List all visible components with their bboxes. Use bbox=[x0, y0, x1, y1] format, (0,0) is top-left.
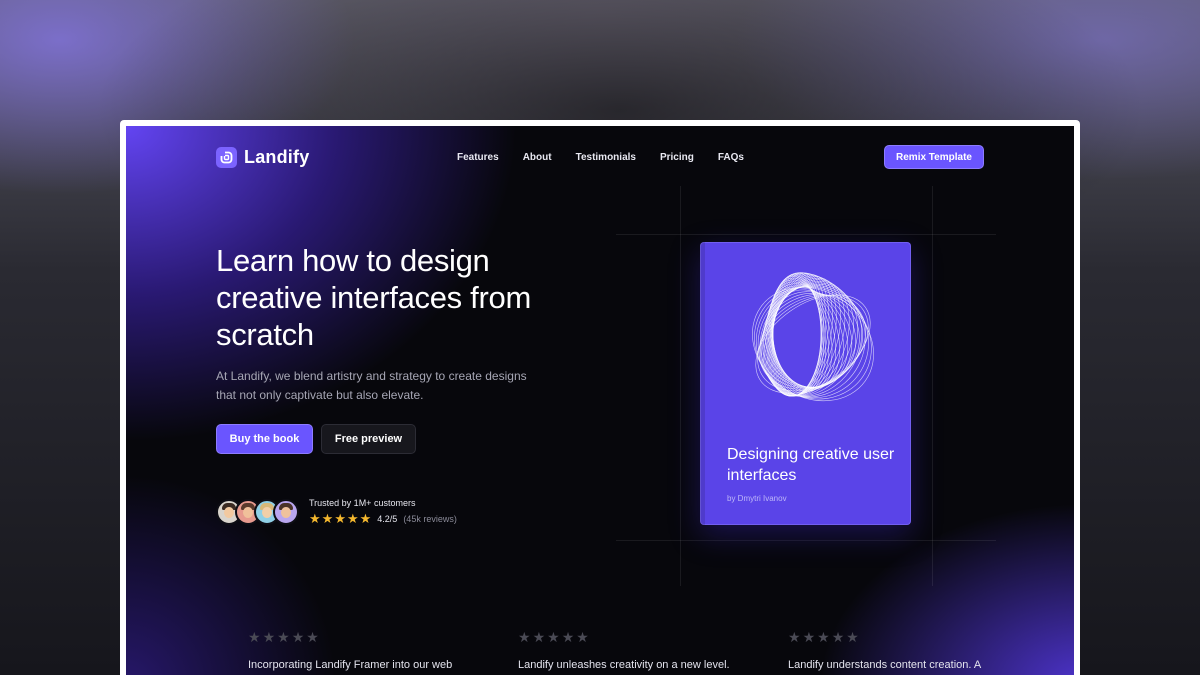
testimonial-card: ★ ★ ★ ★ ★ Incorporating Landify Framer i… bbox=[248, 630, 488, 674]
book-cover: Designing creative user interfaces by Dm… bbox=[700, 242, 911, 525]
testimonial-text: Incorporating Landify Framer into our we… bbox=[248, 659, 453, 671]
wireframe-ribbon-art bbox=[752, 272, 874, 402]
free-preview-button[interactable]: Free preview bbox=[321, 424, 416, 454]
star-icon: ★ bbox=[291, 629, 305, 645]
star-icon: ★ bbox=[334, 511, 346, 526]
star-icon: ★ bbox=[262, 629, 276, 645]
avatar bbox=[273, 498, 299, 525]
rating-row: ★ ★ ★ ★ ★ 4.2/5 (45k reviews) bbox=[309, 512, 457, 525]
star-icon: ★ bbox=[846, 629, 859, 645]
social-proof-text: Trusted by 1M+ customers ★ ★ ★ ★ ★ 4.2/5… bbox=[309, 498, 457, 525]
trusted-text: Trusted by 1M+ customers bbox=[309, 498, 416, 508]
star-icon: ★ bbox=[346, 511, 359, 526]
star-icon: ★ bbox=[321, 511, 334, 526]
star-icon: ★ bbox=[359, 511, 372, 526]
wireframe-line bbox=[765, 277, 846, 397]
buy-book-button[interactable]: Buy the book bbox=[216, 424, 313, 454]
testimonial-card: ★ ★ ★ ★ ★ Landify understands content cr… bbox=[788, 630, 1028, 674]
testimonial-text: Landify understands content creation. A bbox=[788, 659, 982, 671]
hero-title: Learn how to design creative interfaces … bbox=[216, 243, 531, 352]
star-icon: ★ bbox=[817, 629, 830, 645]
star-icon: ★ bbox=[576, 629, 589, 645]
star-icon: ★ bbox=[788, 629, 801, 645]
wireframe-line bbox=[755, 294, 871, 394]
nav-links: Features About Testimonials Pricing FAQs bbox=[457, 152, 744, 163]
star-icon: ★ bbox=[306, 629, 319, 645]
testimonial-stars: ★ ★ ★ ★ ★ bbox=[248, 630, 488, 644]
testimonial-stars: ★ ★ ★ ★ ★ bbox=[788, 630, 1028, 644]
star-icon: ★ bbox=[518, 629, 531, 645]
star-icon: ★ bbox=[831, 629, 845, 645]
star-icon: ★ bbox=[547, 629, 560, 645]
star-icon: ★ bbox=[532, 629, 546, 645]
hero-subtitle: At Landify, we blend artistry and strate… bbox=[216, 369, 527, 402]
nav-link-features[interactable]: Features bbox=[457, 152, 499, 163]
review-count: (45k reviews) bbox=[403, 513, 457, 524]
testimonial-stars: ★ ★ ★ ★ ★ bbox=[518, 630, 758, 644]
top-navbar: Landify Features About Testimonials Pric… bbox=[216, 142, 984, 172]
landify-logo-icon bbox=[216, 146, 237, 168]
customer-avatars bbox=[216, 498, 299, 525]
star-icon: ★ bbox=[561, 629, 575, 645]
rating-value: 4.2/5 bbox=[377, 513, 398, 524]
testimonial-text: Landify unleashes creativity on a new le… bbox=[518, 659, 730, 671]
star-icon: ★ bbox=[248, 629, 261, 645]
brand-name: Landify bbox=[244, 146, 310, 167]
nav-link-testimonials[interactable]: Testimonials bbox=[576, 152, 636, 163]
nav-link-faqs[interactable]: FAQs bbox=[718, 152, 744, 163]
book-author: by Dmytri Ivanov bbox=[727, 494, 787, 503]
nav-link-about[interactable]: About bbox=[523, 152, 552, 163]
star-icon: ★ bbox=[309, 511, 321, 526]
nav-link-pricing[interactable]: Pricing bbox=[660, 152, 694, 163]
landing-page: Landify Features About Testimonials Pric… bbox=[126, 126, 1074, 675]
star-icon: ★ bbox=[802, 629, 816, 645]
social-proof: Trusted by 1M+ customers ★ ★ ★ ★ ★ 4.2/5… bbox=[216, 498, 457, 525]
star-icon: ★ bbox=[277, 629, 290, 645]
brand[interactable]: Landify bbox=[216, 146, 310, 168]
book-title: Designing creative user interfaces bbox=[727, 446, 895, 484]
remix-template-button[interactable]: Remix Template bbox=[884, 145, 984, 169]
browser-frame: Landify Features About Testimonials Pric… bbox=[120, 120, 1080, 675]
rating-stars: ★ ★ ★ ★ ★ bbox=[309, 512, 371, 525]
book-spine bbox=[700, 242, 705, 525]
testimonial-card: ★ ★ ★ ★ ★ Landify unleashes creativity o… bbox=[518, 630, 758, 674]
